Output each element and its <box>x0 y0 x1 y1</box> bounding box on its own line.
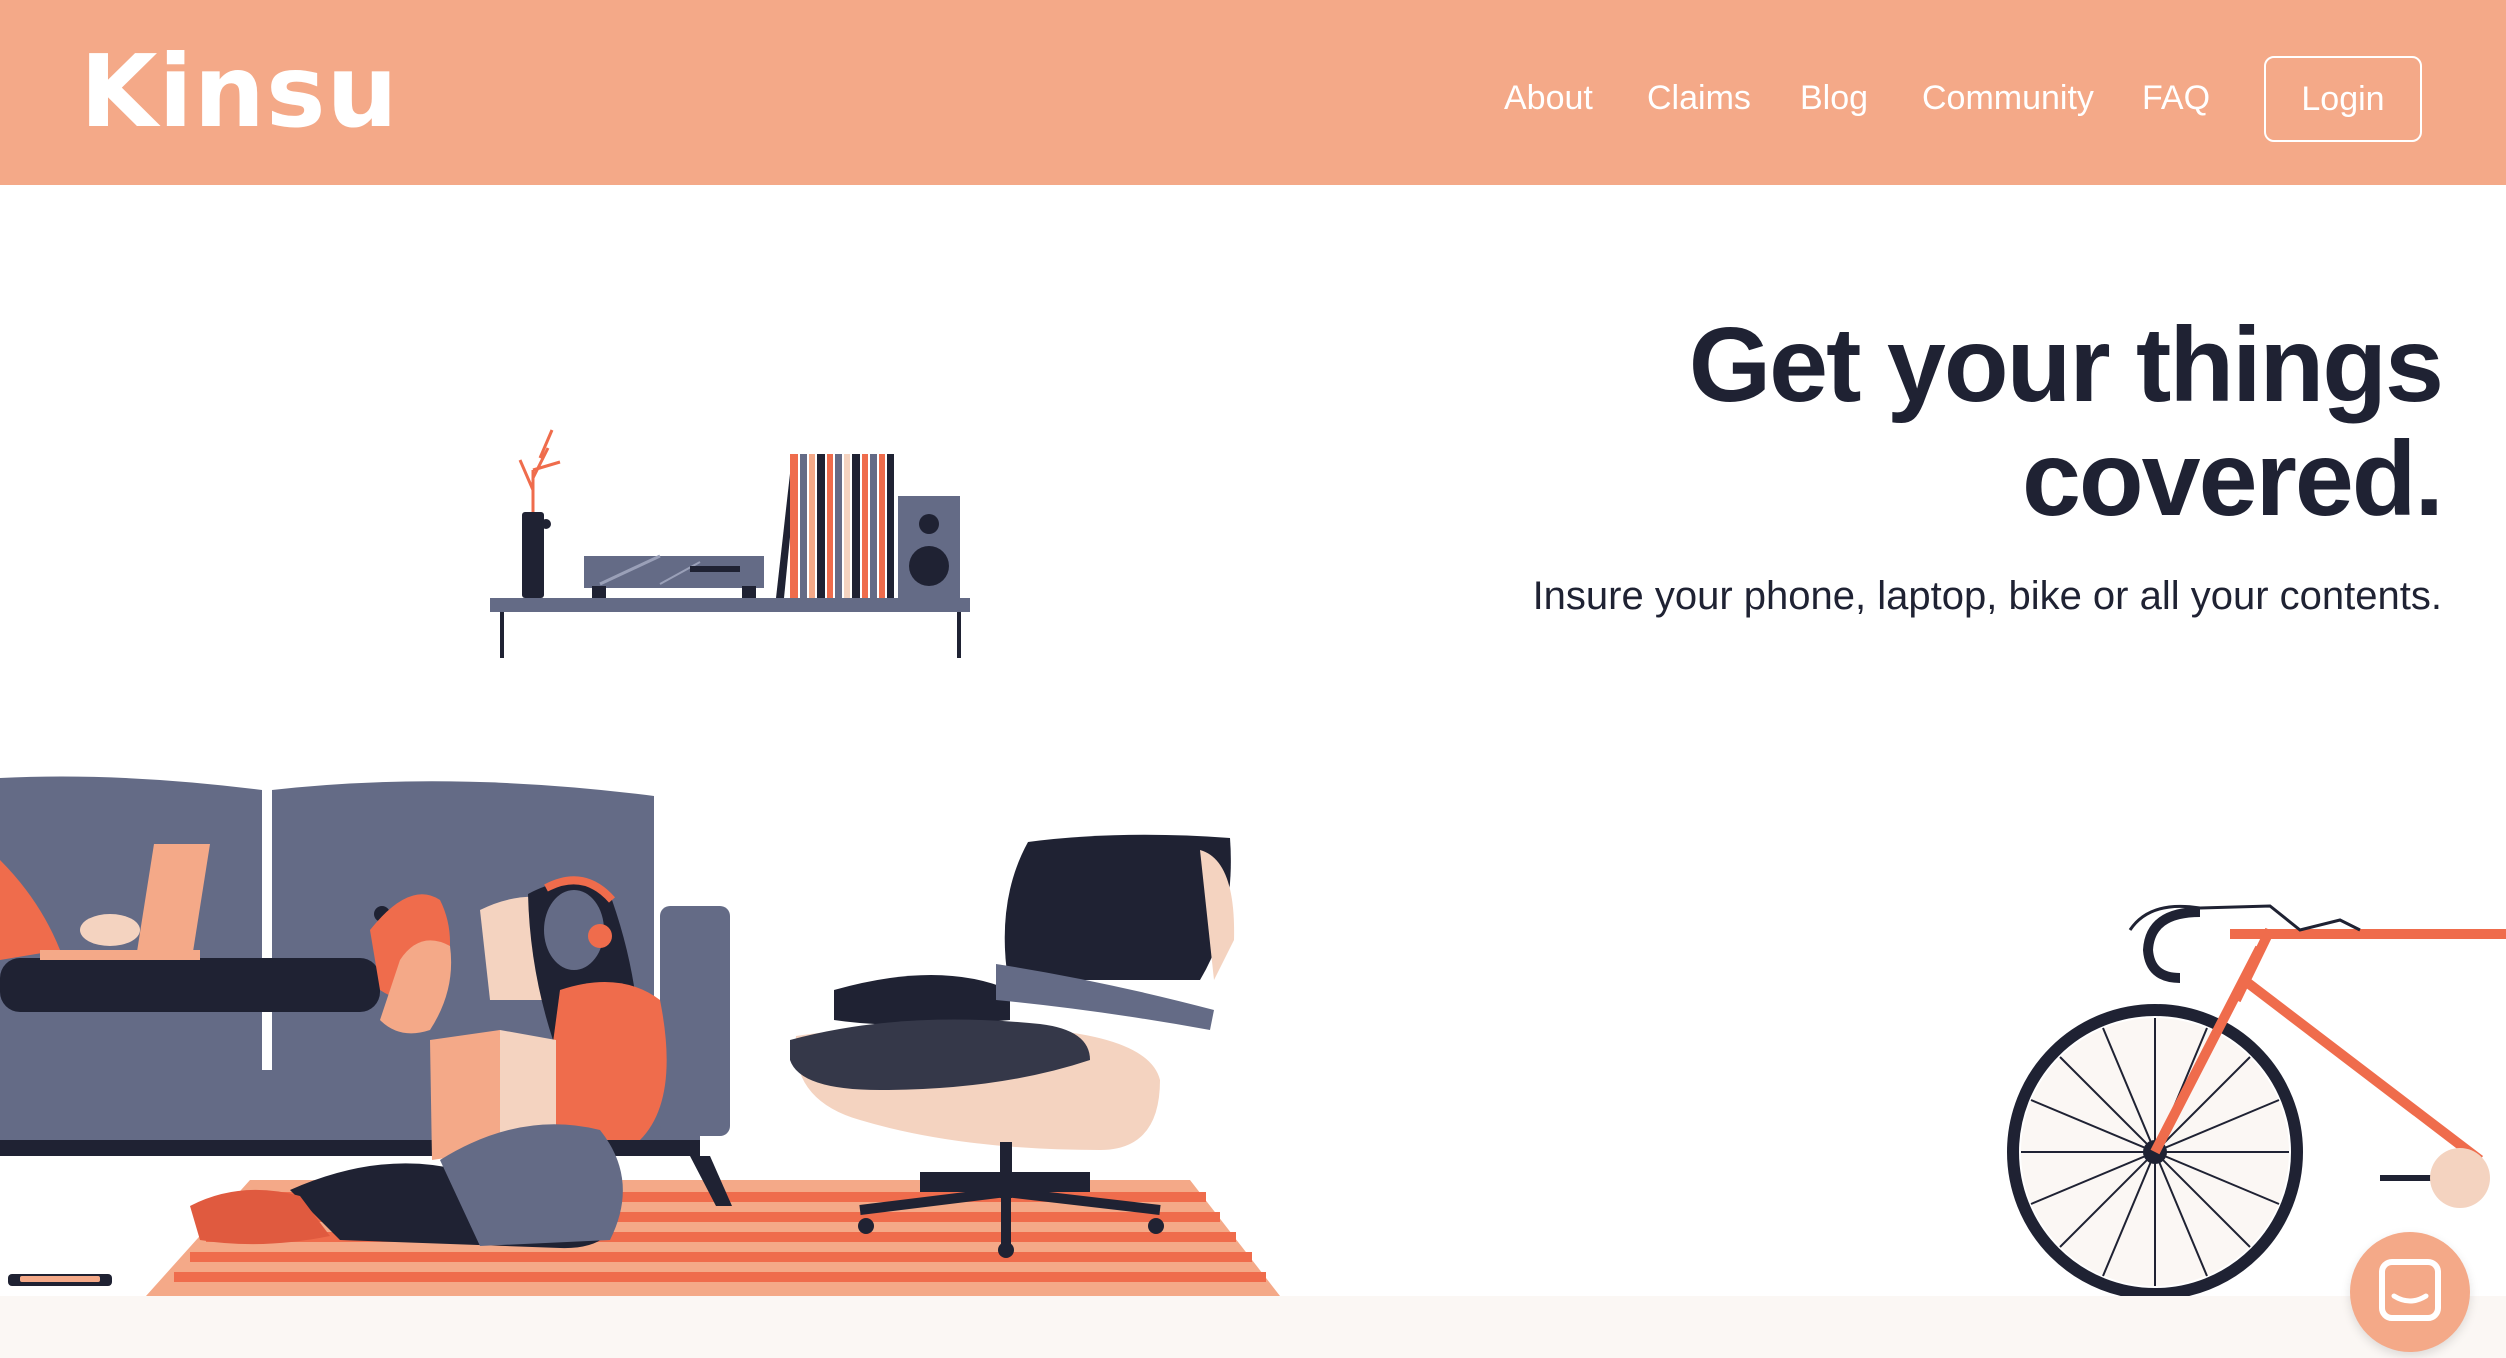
chat-launcher-button[interactable] <box>2350 1232 2470 1352</box>
wall-shelf-illustration <box>490 429 970 658</box>
vinyl-records-illustration <box>776 454 894 598</box>
section-divider-band <box>0 1296 2506 1358</box>
chat-icon <box>2379 1259 2441 1321</box>
hero-illustration <box>0 429 2506 1296</box>
phone-on-floor-illustration <box>8 1274 112 1286</box>
